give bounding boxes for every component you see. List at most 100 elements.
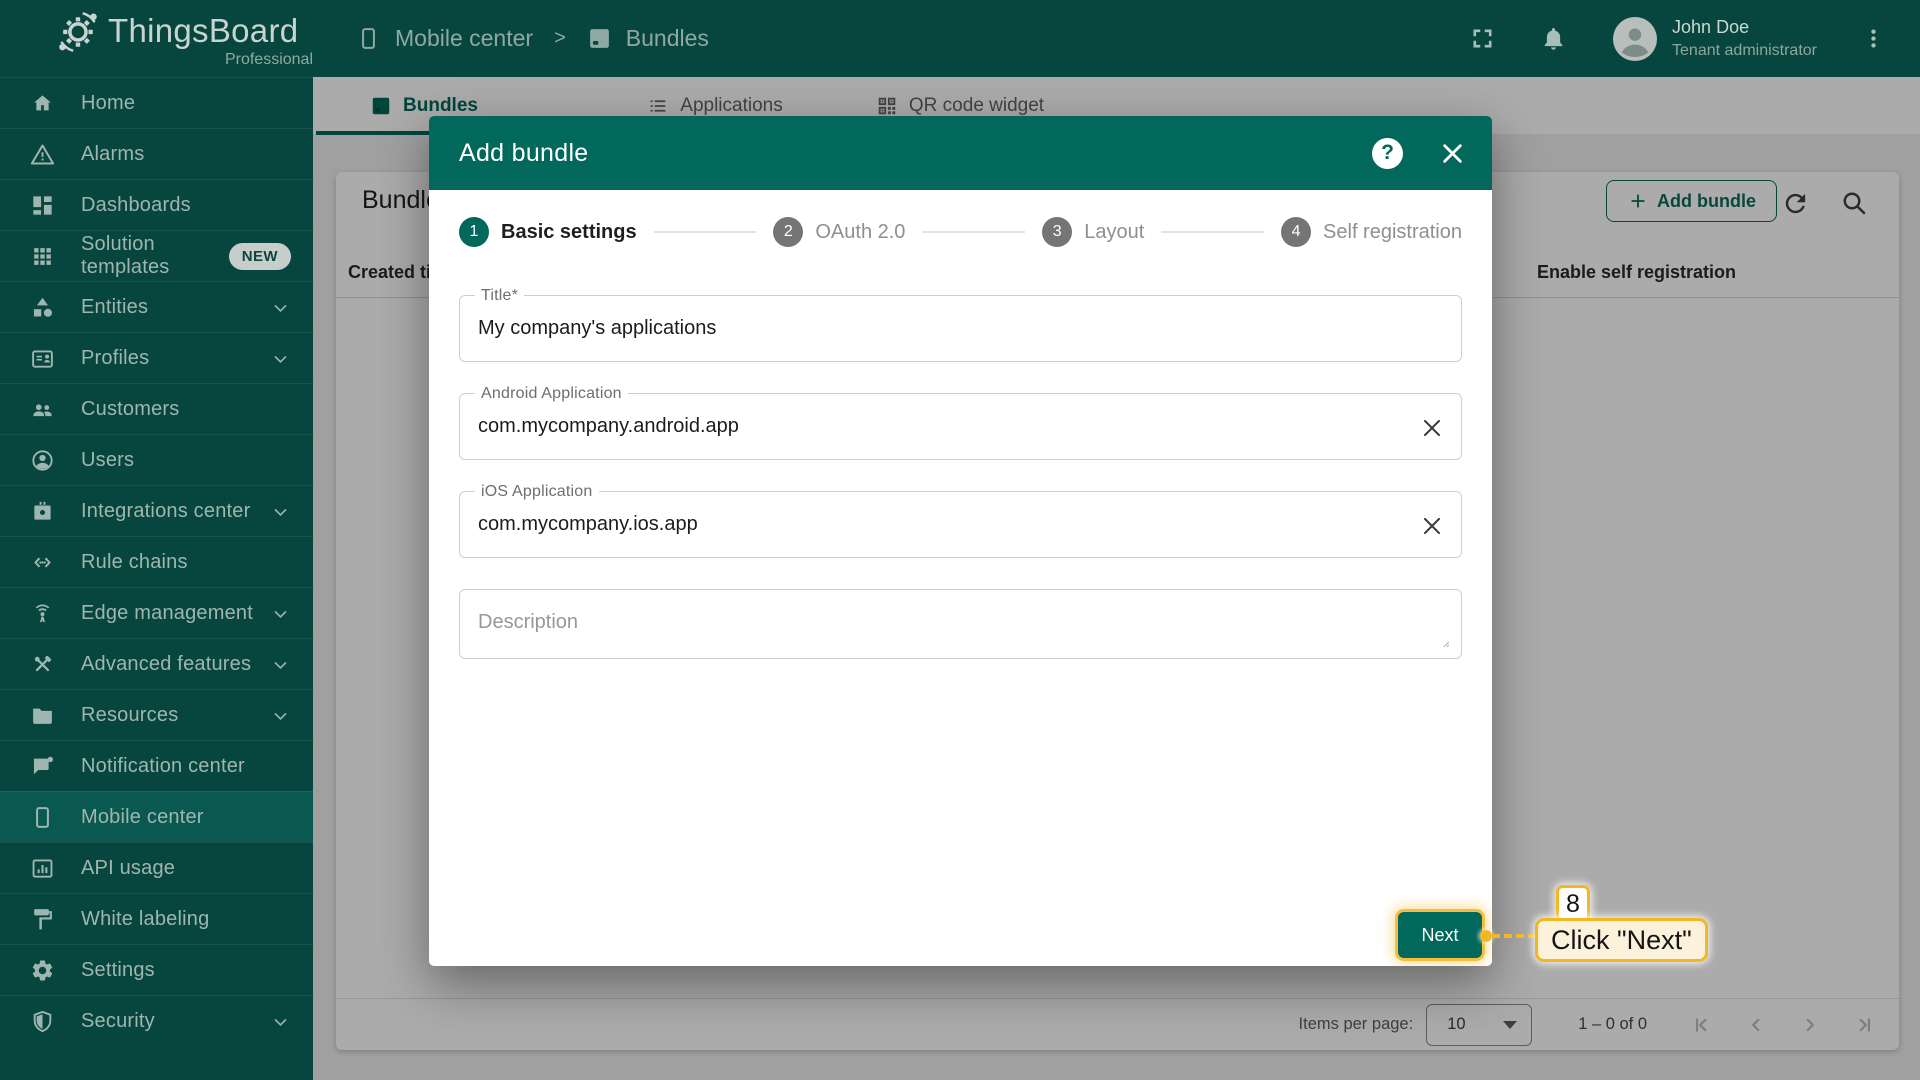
phone-icon: [30, 805, 55, 830]
ios-application-field[interactable]: iOS Application com.mycompany.ios.app: [459, 483, 1462, 558]
sidebar-item-settings[interactable]: Settings: [0, 944, 313, 995]
clear-icon[interactable]: [1419, 415, 1445, 441]
user-menu[interactable]: John Doe Tenant administrator: [1613, 16, 1817, 61]
gear-icon: [30, 958, 55, 983]
kebab-menu-icon[interactable]: [1861, 26, 1886, 51]
dialog-header: Add bundle ?: [429, 116, 1492, 190]
user-name: John Doe: [1672, 17, 1750, 37]
breadcrumb-bundles[interactable]: Bundles: [587, 25, 709, 52]
chevron-down-icon: [270, 705, 291, 726]
bundle-icon: [587, 26, 612, 51]
sidebar-item-alarms[interactable]: Alarms: [0, 128, 313, 179]
phone-icon: [356, 26, 381, 51]
top-header: ThingsBoard Professional Mobile center >…: [0, 0, 1920, 77]
sidebar-item-customers[interactable]: Customers: [0, 383, 313, 434]
sidebar-item-home[interactable]: Home: [0, 77, 313, 128]
sidebar-item-label: Mobile center: [81, 805, 204, 828]
stepper: 1 Basic settings 2 OAuth 2.0 3 Layout 4 Self re…: [429, 190, 1492, 247]
sidebar-item-users[interactable]: Users: [0, 434, 313, 485]
sidebar-item-label: Edge management: [81, 601, 254, 624]
breadcrumb-separator: >: [554, 27, 566, 49]
description-placeholder: Description: [478, 611, 579, 633]
sidebar-item-mobile-center[interactable]: Mobile center: [0, 791, 313, 842]
chevron-down-icon: [270, 1011, 291, 1032]
apps-icon: [30, 244, 55, 269]
badge-icon: [30, 346, 55, 371]
sidebar-item-label: Integrations center: [81, 499, 251, 522]
chevron-down-icon: [270, 603, 291, 624]
clear-icon[interactable]: [1419, 513, 1445, 539]
chevron-down-icon: [270, 501, 291, 522]
sidebar-item-profiles[interactable]: Profiles: [0, 332, 313, 383]
title-field-label: Title*: [475, 287, 525, 305]
chevron-down-icon: [270, 297, 291, 318]
brand-name: ThingsBoard: [108, 12, 299, 49]
breadcrumb-mobile-center[interactable]: Mobile center: [356, 25, 533, 52]
chevron-down-icon: [270, 348, 291, 369]
step-number: 4: [1281, 217, 1312, 247]
breadcrumb: Mobile center > Bundles: [356, 25, 709, 52]
sidebar-item-label: Dashboards: [81, 193, 191, 216]
sidebar-item-white-labeling[interactable]: White labeling: [0, 893, 313, 944]
description-textarea[interactable]: Description: [459, 589, 1462, 659]
sidebar-item-label: Users: [81, 448, 135, 471]
sidebar-item-label: Security: [81, 1009, 155, 1032]
ios-field-label: iOS Application: [475, 483, 599, 501]
paint-icon: [30, 907, 55, 932]
annotation-instruction: Click "Next": [1535, 918, 1708, 962]
title-field-value: My company's applications: [478, 317, 717, 339]
home-icon: [30, 91, 55, 116]
sidebar-item-label: Rule chains: [81, 550, 188, 573]
notification-icon: [30, 754, 55, 779]
category-icon: [30, 295, 55, 320]
sidebar-item-label: Profiles: [81, 346, 150, 369]
step-label: Basic settings: [501, 220, 637, 243]
folder-icon: [30, 703, 55, 728]
sidebar-item-integrations-center[interactable]: Integrations center: [0, 485, 313, 536]
sidebar-item-security[interactable]: Security: [0, 995, 313, 1046]
next-button[interactable]: Next: [1398, 912, 1482, 958]
step-number: 2: [773, 217, 804, 247]
help-icon[interactable]: ?: [1372, 137, 1403, 169]
integration-icon: [30, 499, 55, 524]
android-field-value: com.mycompany.android.app: [478, 415, 739, 437]
shield-icon: [30, 1009, 55, 1034]
step-number: 1: [459, 217, 489, 247]
step-connector: [1161, 231, 1265, 233]
notifications-bell-icon[interactable]: [1540, 25, 1567, 52]
rulechain-icon: [30, 550, 55, 575]
sidebar-item-resources[interactable]: Resources: [0, 689, 313, 740]
step-label: Layout: [1084, 220, 1145, 243]
title-field[interactable]: Title* My company's applications: [459, 287, 1462, 362]
close-icon[interactable]: [1439, 140, 1466, 167]
sidebar-item-dashboards[interactable]: Dashboards: [0, 179, 313, 230]
sidebar-item-api-usage[interactable]: API usage: [0, 842, 313, 893]
person-icon: [30, 448, 55, 473]
thingsboard-logo[interactable]: ThingsBoard Professional: [0, 8, 313, 69]
avatar: [1613, 16, 1658, 61]
sidebar-item-label: Settings: [81, 958, 155, 981]
step-self-registration[interactable]: 4 Self registration: [1281, 217, 1462, 247]
new-badge: NEW: [228, 242, 291, 270]
step-basic-settings[interactable]: 1 Basic settings: [459, 217, 637, 247]
brand-edition: Professional: [224, 51, 313, 68]
sidebar-item-label: Advanced features: [81, 652, 252, 675]
sidebar-item-label: Alarms: [81, 142, 145, 165]
sidebar-item-label: Home: [81, 91, 136, 114]
step-layout[interactable]: 3 Layout: [1042, 217, 1144, 247]
sidebar-item-entities[interactable]: Entities: [0, 281, 313, 332]
sidebar-item-label: Solution templates: [81, 233, 170, 278]
thingsboard-gear-logo-icon: [54, 8, 100, 54]
dashboard-icon: [30, 193, 55, 218]
android-application-field[interactable]: Android Application com.mycompany.androi…: [459, 385, 1462, 460]
sidebar-item-rule-chains[interactable]: Rule chains: [0, 536, 313, 587]
edge-icon: [30, 601, 55, 626]
sidebar-item-advanced-features[interactable]: Advanced features: [0, 638, 313, 689]
annotation-connector-line: [1492, 934, 1536, 938]
resize-handle-icon[interactable]: [1442, 640, 1456, 654]
step-oauth-2-0[interactable]: 2 OAuth 2.0: [773, 217, 905, 247]
sidebar-item-notification-center[interactable]: Notification center: [0, 740, 313, 791]
fullscreen-icon[interactable]: [1469, 25, 1496, 52]
sidebar-item-solution-templates[interactable]: Solution templates NEW: [0, 230, 313, 281]
sidebar-item-edge-management[interactable]: Edge management: [0, 587, 313, 638]
